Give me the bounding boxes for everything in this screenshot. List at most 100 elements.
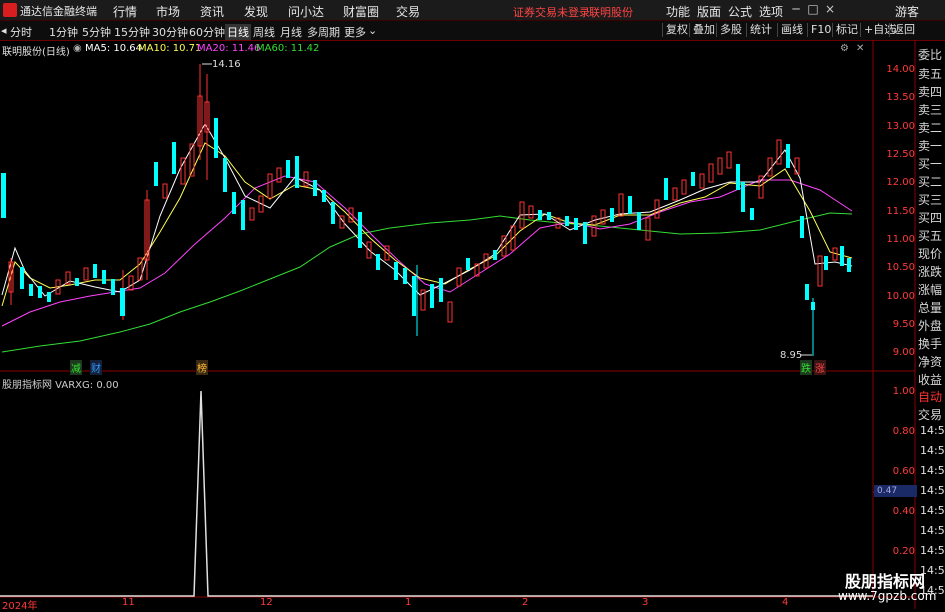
- period-more[interactable]: 更多: [344, 24, 366, 40]
- period-60min[interactable]: 60分钟: [189, 24, 225, 40]
- min-price-label: 8.95: [780, 350, 803, 361]
- tick-time: 14:56: [920, 464, 945, 477]
- side-netasset: 净资: [918, 355, 943, 369]
- y-tick: 11.00: [886, 234, 915, 245]
- login-status[interactable]: 证券交易未登录: [513, 4, 590, 20]
- period-1min[interactable]: 1分钟: [49, 24, 78, 40]
- menu-banmian[interactable]: 版面: [697, 3, 721, 20]
- y-tick: 12.00: [886, 177, 915, 188]
- period-15min[interactable]: 15分钟: [114, 24, 150, 40]
- side-weibi: 委比: [918, 48, 943, 62]
- watermark-url: www.7gpzb.com: [838, 589, 937, 603]
- title-bar: 通达信金融终端 行情 市场 资讯 发现 问小达 财富圈 交易 证券交易未登录 联…: [0, 0, 945, 21]
- ma60-legend: MA60: 11.42: [256, 43, 320, 54]
- side-sell3: 卖三: [918, 103, 943, 117]
- sub-indicator-label: 股朋指标网 VARXG: 0.00: [2, 380, 119, 391]
- side-sell2: 卖二: [918, 121, 943, 135]
- chart-close-icon[interactable]: ✕: [856, 43, 864, 54]
- period-30min[interactable]: 30分钟: [152, 24, 188, 40]
- user-label[interactable]: 游客: [895, 3, 919, 20]
- side-price: 现价: [918, 247, 943, 261]
- event-tag-cai[interactable]: 财: [90, 360, 102, 375]
- sub-cursor-value: 0.47: [874, 485, 917, 497]
- menu-xuanxiang[interactable]: 选项: [759, 3, 783, 20]
- tool-fuquan[interactable]: 复权: [662, 23, 688, 37]
- side-buy4: 买四: [918, 211, 943, 225]
- tool-tongji[interactable]: 统计: [746, 23, 772, 37]
- x-tick: 2: [522, 597, 529, 608]
- legend-toggle-icon[interactable]: ◉: [73, 43, 82, 54]
- side-buy1: 买一: [918, 157, 943, 171]
- menu-gongshi[interactable]: 公式: [728, 3, 752, 20]
- restore-icon[interactable]: □: [806, 2, 820, 16]
- side-sell5: 卖五: [918, 67, 943, 81]
- y-tick: 9.00: [892, 347, 915, 358]
- side-turnover: 换手: [918, 337, 943, 351]
- period-week[interactable]: 周线: [253, 24, 275, 40]
- varxg-line: [0, 390, 873, 597]
- menu-caifuquan[interactable]: 财富圈: [343, 3, 379, 20]
- sub-y-tick: 0.20: [892, 546, 915, 557]
- tool-f10[interactable]: F10: [807, 23, 831, 37]
- y-tick: 10.00: [886, 291, 915, 302]
- sub-y-tick: 0.60: [892, 466, 915, 477]
- tick-time: 14:56: [920, 524, 945, 537]
- period-5min[interactable]: 5分钟: [82, 24, 111, 40]
- side-auto[interactable]: 自动: [918, 388, 942, 405]
- event-tag-die[interactable]: 跌: [800, 360, 812, 375]
- side-earnings: 收益: [918, 373, 943, 387]
- menu-wenxiaoda[interactable]: 问小达: [288, 3, 324, 20]
- ma10-legend: MA10: 10.71: [138, 43, 202, 54]
- menu-faxian[interactable]: 发现: [244, 3, 268, 20]
- app-logo-icon: [3, 3, 17, 17]
- period-multi[interactable]: 多周期: [307, 24, 340, 40]
- x-tick: 1: [405, 597, 412, 608]
- period-fenshi[interactable]: 分时: [10, 24, 32, 40]
- side-trade[interactable]: 交易: [918, 406, 942, 423]
- stock-title: 联明股份: [589, 6, 633, 19]
- tool-fanhui[interactable]: 返回: [889, 23, 915, 37]
- side-change-pct: 涨幅: [918, 283, 943, 297]
- ma20-line: [1, 175, 853, 327]
- period-toolbar: ◂ 分时 1分钟 5分钟 15分钟 30分钟 60分钟 日线 周线 月线 多周期…: [0, 21, 945, 41]
- tick-time: 14:56: [920, 484, 945, 497]
- y-tick: 13.50: [886, 92, 915, 103]
- y-tick: 10.50: [886, 262, 915, 273]
- ma5-legend: MA5: 10.64: [85, 43, 143, 54]
- tick-time: 14:56: [920, 424, 945, 437]
- period-left-arrow-icon[interactable]: ◂: [1, 24, 7, 37]
- menu-zixun[interactable]: 资讯: [200, 3, 224, 20]
- tool-huaxian[interactable]: 画线: [777, 23, 803, 37]
- tool-diejia[interactable]: 叠加: [689, 23, 715, 37]
- event-tag-zhang[interactable]: 涨: [814, 360, 826, 375]
- side-buy5: 买五: [918, 229, 943, 243]
- candlesticks: [1, 64, 851, 356]
- settings-icon[interactable]: ⚙: [840, 43, 849, 54]
- x-tick: 2024年: [2, 601, 38, 612]
- ma5-line: [1, 122, 853, 297]
- tick-time: 14:56: [920, 504, 945, 517]
- menu-gongneng[interactable]: 功能: [666, 3, 690, 20]
- kline-chart[interactable]: [0, 40, 945, 609]
- x-tick: 4: [782, 597, 789, 608]
- y-tick: 13.00: [886, 121, 915, 132]
- chevron-down-icon[interactable]: ⌄: [368, 24, 377, 37]
- y-tick: 9.50: [892, 319, 915, 330]
- period-month[interactable]: 月线: [280, 24, 302, 40]
- event-tag-jian[interactable]: 减: [70, 360, 82, 375]
- menu-jiaoyi[interactable]: 交易: [396, 3, 420, 20]
- side-buy3: 买三: [918, 193, 943, 207]
- menu-hangqing[interactable]: 行情: [113, 3, 137, 20]
- chart-label: 联明股份(日线): [2, 47, 70, 58]
- y-tick: 12.50: [886, 149, 915, 160]
- tool-duogu[interactable]: 多股: [716, 23, 742, 37]
- tool-biaoji[interactable]: 标记: [832, 23, 858, 37]
- period-day[interactable]: 日线: [225, 24, 251, 40]
- sub-y-tick: 1.00: [892, 386, 915, 397]
- close-icon[interactable]: ×: [823, 2, 837, 16]
- menu-shichang[interactable]: 市场: [156, 3, 180, 20]
- minimize-icon[interactable]: ─: [789, 2, 803, 16]
- side-buy2: 买二: [918, 175, 943, 189]
- ma20-legend: MA20: 11.46: [197, 43, 261, 54]
- event-tag-bang[interactable]: 榜: [196, 360, 208, 375]
